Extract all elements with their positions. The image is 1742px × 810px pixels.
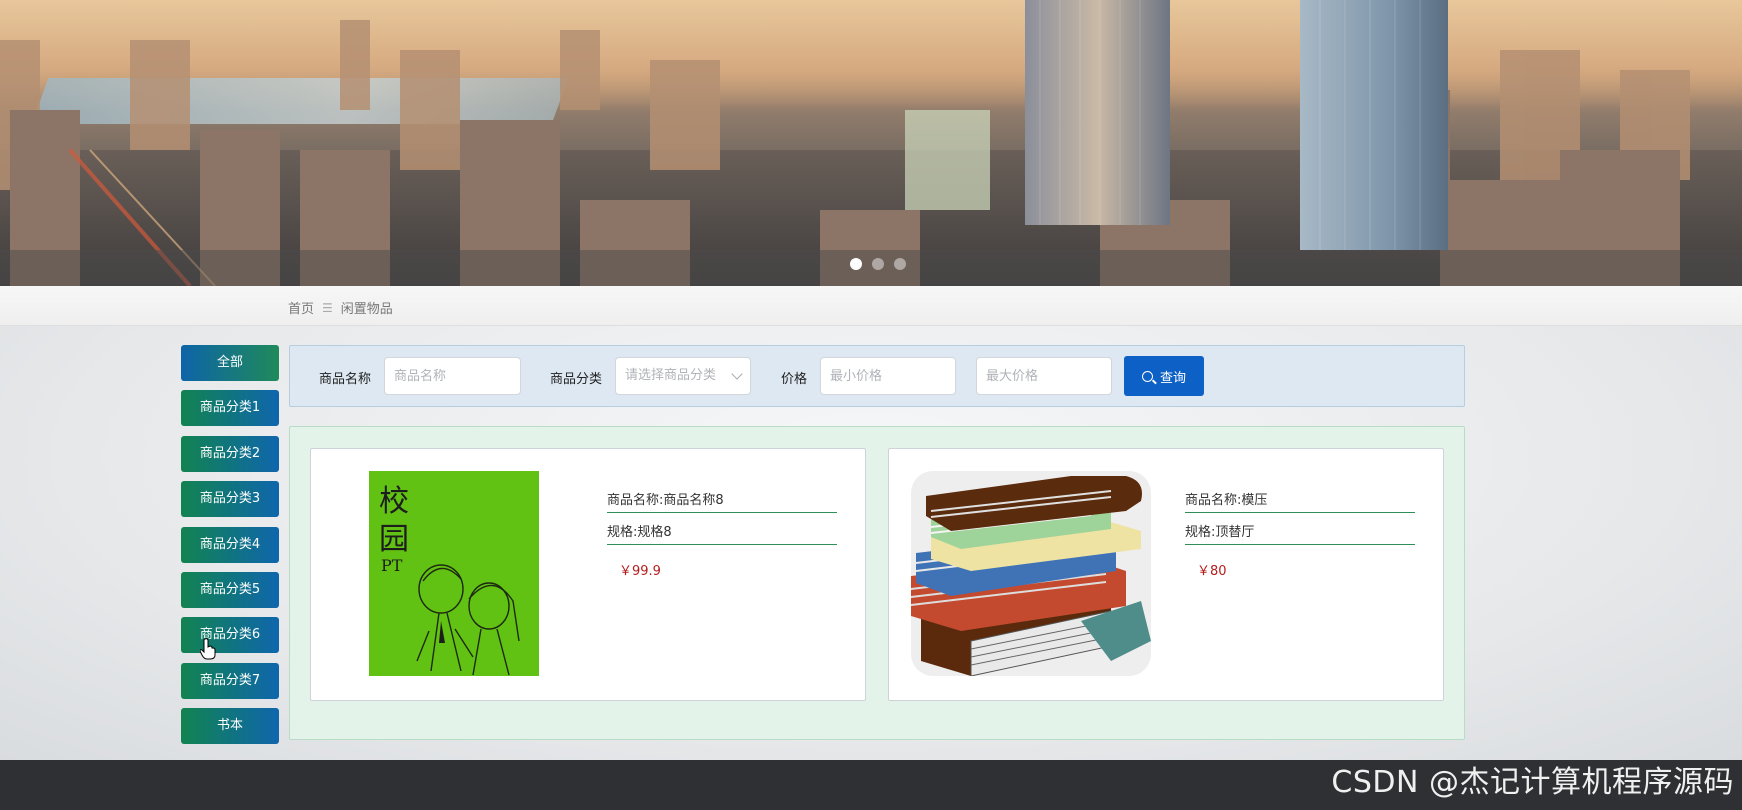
category-label: 商品分类 bbox=[550, 372, 603, 387]
category-button-7[interactable]: 商品分类7 bbox=[181, 662, 279, 699]
category-select[interactable]: 请选择商品分类 bbox=[615, 357, 751, 395]
product-spec: 规格:规格8 bbox=[607, 513, 837, 545]
category-button-books[interactable]: 书本 bbox=[181, 708, 279, 745]
category-sidebar: 全部 商品分类1 商品分类2 商品分类3 商品分类4 商品分类5 商品分类6 商… bbox=[181, 345, 279, 754]
category-button-4[interactable]: 商品分类4 bbox=[181, 526, 279, 563]
breadcrumb-current: 闲置物品 bbox=[340, 302, 393, 317]
breadcrumb: 首页 ☰ 闲置物品 bbox=[288, 298, 393, 318]
product-card-1[interactable]: 校 园 PT 商品名称:商品名称8 规格:规格8 ￥99.9 bbox=[310, 448, 866, 701]
price-label: 价格 bbox=[781, 372, 808, 387]
breadcrumb-bar: 首页 ☰ 闲置物品 bbox=[0, 286, 1742, 326]
min-price-input[interactable] bbox=[820, 357, 956, 395]
hero-banner bbox=[0, 0, 1742, 286]
city-skyline-image bbox=[0, 0, 1742, 286]
max-price-input[interactable] bbox=[976, 357, 1112, 395]
query-button-label: 查询 bbox=[1159, 370, 1186, 386]
category-button-5[interactable]: 商品分类5 bbox=[181, 571, 279, 608]
category-button-3[interactable]: 商品分类3 bbox=[181, 481, 279, 518]
chevron-down-icon bbox=[731, 368, 743, 380]
product-spec: 规格:顶替厅 bbox=[1185, 513, 1415, 545]
svg-text:PT: PT bbox=[381, 556, 403, 575]
watermark-text: CSDN @杰记计算机程序源码 bbox=[1331, 765, 1734, 800]
category-button-2[interactable]: 商品分类2 bbox=[181, 435, 279, 472]
carousel-dot-2[interactable] bbox=[872, 258, 884, 270]
hand-cursor-icon bbox=[200, 638, 216, 660]
carousel-dot-1[interactable] bbox=[850, 258, 862, 270]
svg-text:园: 园 bbox=[379, 522, 409, 557]
carousel-dots[interactable] bbox=[850, 258, 906, 270]
product-card-2[interactable]: 商品名称:模压 规格:顶替厅 ￥80 bbox=[888, 448, 1444, 701]
category-button-1[interactable]: 商品分类1 bbox=[181, 390, 279, 427]
product-price: ￥99.9 bbox=[619, 564, 661, 579]
category-button-6[interactable]: 商品分类6 bbox=[181, 617, 279, 654]
query-button[interactable]: 查询 bbox=[1124, 356, 1204, 396]
product-list: 校 园 PT 商品名称:商品名称8 规格:规格8 ￥99.9 商品名称:模压 规… bbox=[289, 426, 1465, 740]
product-info-1: 商品名称:商品名称8 规格:规格8 ￥99.9 bbox=[607, 481, 837, 579]
product-price: ￥80 bbox=[1197, 564, 1227, 579]
svg-text:校: 校 bbox=[379, 484, 409, 519]
breadcrumb-separator-icon: ☰ bbox=[322, 300, 333, 315]
search-icon bbox=[1141, 370, 1153, 382]
name-label: 商品名称 bbox=[319, 372, 372, 387]
name-input[interactable] bbox=[384, 357, 521, 395]
category-select-placeholder: 请选择商品分类 bbox=[625, 368, 717, 383]
product-name: 商品名称:商品名称8 bbox=[607, 481, 837, 513]
search-panel: 商品名称 商品分类 请选择商品分类 价格 查询 bbox=[289, 345, 1465, 407]
category-button-all[interactable]: 全部 bbox=[181, 345, 279, 381]
product-info-2: 商品名称:模压 规格:顶替厅 ￥80 bbox=[1185, 481, 1415, 579]
green-comic-book-cover[interactable]: 校 园 PT bbox=[369, 471, 539, 676]
book-stack-icon[interactable] bbox=[911, 471, 1151, 676]
carousel-dot-3[interactable] bbox=[894, 258, 906, 270]
breadcrumb-home[interactable]: 首页 bbox=[288, 298, 314, 317]
product-name: 商品名称:模压 bbox=[1185, 481, 1415, 513]
